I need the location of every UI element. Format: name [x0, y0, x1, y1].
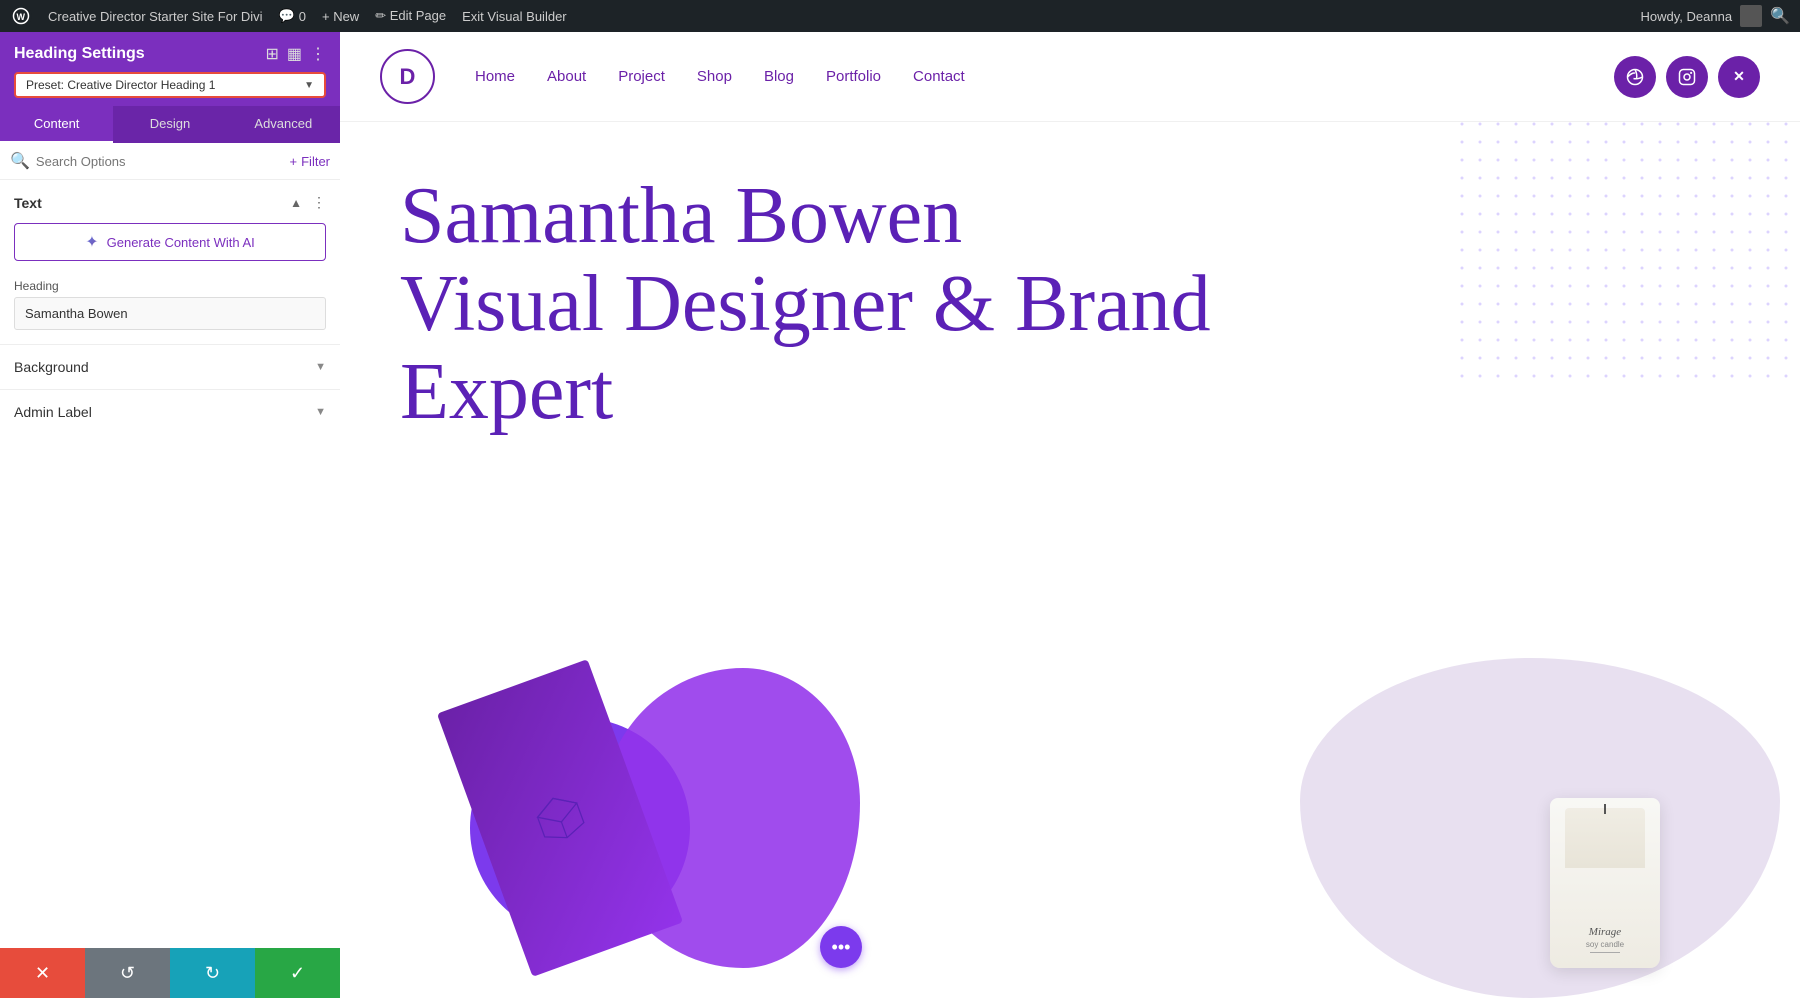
hero-section: Samantha Bowen Visual Designer & Brand E… [340, 122, 1800, 998]
nav-contact[interactable]: Contact [913, 68, 965, 85]
social-x-icon[interactable]: ✕ [1718, 56, 1760, 98]
ai-button-label: Generate Content With AI [107, 235, 255, 250]
redo-icon: ↻ [205, 963, 220, 984]
howdy-label: Howdy, Deanna [1641, 9, 1733, 24]
search-area: 🔍 + Filter [0, 143, 340, 180]
background-chevron-icon: ▼ [315, 361, 326, 373]
more-options-icon[interactable]: ⋮ [310, 44, 326, 64]
preset-label: Preset: Creative Director Heading 1 [26, 78, 215, 92]
admin-label-section: Admin Label ▼ [0, 389, 340, 434]
comments-icon: 💬 [279, 8, 295, 24]
text-section-title: Text [14, 195, 42, 211]
comments-link[interactable]: 💬 0 [279, 8, 306, 24]
preset-selector[interactable]: Preset: Creative Director Heading 1 ▼ [14, 72, 326, 98]
site-name[interactable]: Creative Director Starter Site For Divi [48, 9, 263, 24]
nav-about[interactable]: About [547, 68, 586, 85]
exit-builder-button[interactable]: Exit Visual Builder [462, 9, 567, 24]
panel-title: Heading Settings [14, 45, 145, 63]
background-section-header[interactable]: Background ▼ [0, 345, 340, 389]
fab-menu-button[interactable]: ••• [820, 926, 862, 968]
admin-label-chevron-icon: ▼ [315, 406, 326, 418]
admin-label-section-title: Admin Label [14, 404, 92, 420]
tab-content[interactable]: Content [0, 106, 113, 143]
generate-ai-button[interactable]: ✦ Generate Content With AI [14, 223, 326, 261]
nav-portfolio[interactable]: Portfolio [826, 68, 881, 85]
text-section-icons: Text [14, 195, 42, 211]
text-section-menu-icon[interactable]: ⋮ [312, 194, 326, 211]
nav-home[interactable]: Home [475, 68, 515, 85]
hero-heading-line3: Expert [400, 348, 613, 436]
save-icon: ✓ [290, 963, 305, 984]
candle-product: Mirage soy candle [1550, 798, 1660, 968]
logo-letter: D [400, 64, 416, 90]
save-button[interactable]: ✓ [255, 948, 340, 998]
cancel-button[interactable]: ✕ [0, 948, 85, 998]
hero-heading-line2: Visual Designer & Brand [400, 260, 1211, 348]
admin-bar: W Creative Director Starter Site For Div… [0, 0, 1800, 32]
hero-right: Mirage soy candle [1280, 122, 1800, 998]
site-nav: D Home About Project Shop Blog Portfolio… [340, 32, 1800, 122]
panel-tabs: Content Design Advanced [0, 106, 340, 143]
x-label: ✕ [1733, 68, 1745, 85]
text-section-collapse-icon[interactable]: ▲ [290, 196, 302, 210]
background-section: Background ▼ [0, 344, 340, 389]
candle-blob-decoration [1300, 658, 1780, 998]
new-button[interactable]: + New [322, 9, 359, 24]
background-section-title: Background [14, 359, 89, 375]
site-logo[interactable]: D [380, 49, 435, 104]
admin-bar-right: Howdy, Deanna 🔍 [1641, 5, 1790, 27]
nav-blog[interactable]: Blog [764, 68, 794, 85]
panel-content: 🔍 + Filter Text ▲ ⋮ ✦ Gene [0, 143, 340, 948]
undo-icon: ↺ [120, 963, 135, 984]
svg-text:W: W [17, 12, 26, 22]
nav-links: Home About Project Shop Blog Portfolio C… [475, 68, 1614, 86]
admin-label-section-header[interactable]: Admin Label ▼ [0, 390, 340, 434]
preset-chevron-icon: ▼ [304, 80, 314, 91]
candle-brand-label: Mirage [1586, 926, 1624, 938]
candle-subtitle-label: soy candle [1586, 940, 1624, 949]
ai-icon: ✦ [85, 232, 98, 252]
comments-count: 0 [299, 9, 306, 24]
heading-field-label: Heading [0, 275, 340, 297]
hero-left: Samantha Bowen Visual Designer & Brand E… [340, 122, 1280, 998]
product-images-area: ••• [340, 638, 1280, 998]
text-section-header[interactable]: Text ▲ ⋮ [0, 180, 340, 219]
social-dribbble-icon[interactable] [1614, 56, 1656, 98]
social-instagram-icon[interactable] [1666, 56, 1708, 98]
hero-heading: Samantha Bowen Visual Designer & Brand E… [400, 172, 1220, 436]
tab-advanced[interactable]: Advanced [227, 106, 340, 143]
cancel-icon: ✕ [35, 963, 50, 984]
wp-logo[interactable]: W [10, 5, 32, 27]
search-icon: 🔍 [10, 151, 30, 171]
fab-dots-icon: ••• [832, 937, 851, 958]
settings-icon[interactable]: ⊞ [265, 44, 278, 64]
panel-header-icons: ⊞ ▦ ⋮ [265, 44, 326, 64]
nav-socials: ✕ [1614, 56, 1760, 98]
redo-button[interactable]: ↻ [170, 948, 255, 998]
bottom-bar: ✕ ↺ ↻ ✓ [0, 948, 340, 998]
hero-heading-line1: Samantha Bowen [400, 172, 962, 260]
main-layout: Heading Settings ⊞ ▦ ⋮ Preset: Creative … [0, 32, 1800, 998]
search-input[interactable] [36, 154, 284, 169]
edit-page-button[interactable]: ✏ Edit Page [375, 8, 446, 24]
tab-design[interactable]: Design [113, 106, 226, 143]
panel-header: Heading Settings ⊞ ▦ ⋮ [0, 32, 340, 72]
filter-plus-icon: + [290, 154, 298, 169]
filter-button[interactable]: + Filter [290, 154, 330, 169]
site-preview: D Home About Project Shop Blog Portfolio… [340, 32, 1800, 998]
left-panel: Heading Settings ⊞ ▦ ⋮ Preset: Creative … [0, 32, 340, 998]
search-icon[interactable]: 🔍 [1770, 6, 1790, 26]
heading-input[interactable] [14, 297, 326, 330]
user-avatar [1740, 5, 1762, 27]
undo-button[interactable]: ↺ [85, 948, 170, 998]
filter-label: Filter [301, 154, 330, 169]
nav-shop[interactable]: Shop [697, 68, 732, 85]
layout-icon[interactable]: ▦ [287, 44, 302, 64]
nav-project[interactable]: Project [618, 68, 665, 85]
